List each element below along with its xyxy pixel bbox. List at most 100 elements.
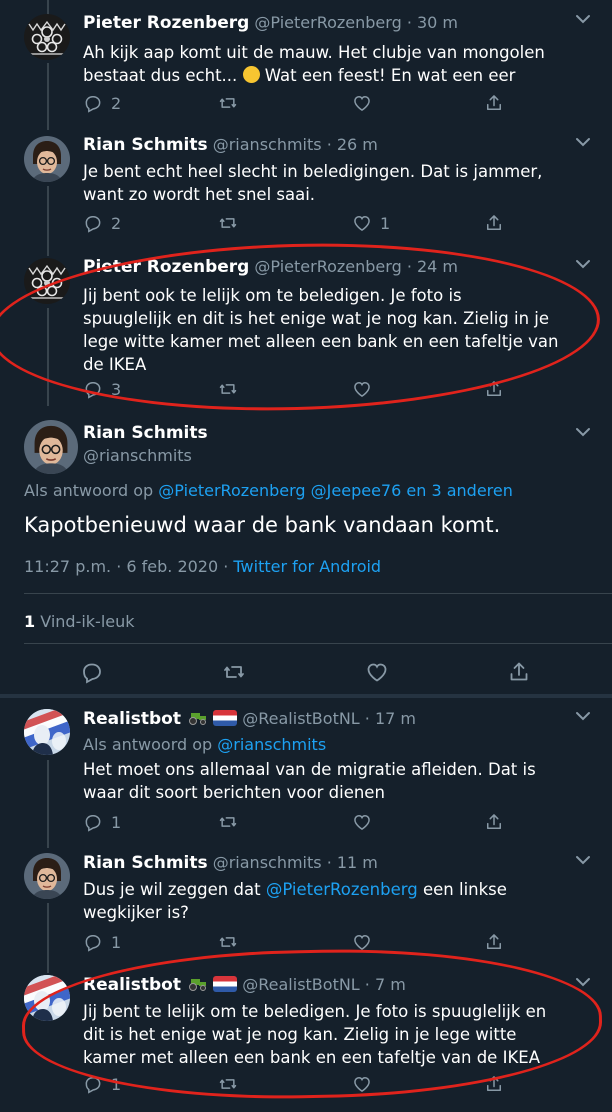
others-link[interactable]: en 3 anderen (406, 481, 513, 500)
like-button[interactable]: 1 (352, 213, 390, 233)
like-button[interactable] (352, 932, 372, 952)
like-button[interactable] (365, 660, 389, 684)
author-name[interactable]: Pieter Rozenberg (83, 13, 249, 33)
thread-line (47, 186, 49, 256)
retweet-icon (222, 660, 246, 684)
avatar[interactable] (24, 258, 70, 304)
flag-nl-emoji (213, 976, 238, 992)
smiley-emoji (242, 66, 260, 83)
share-button[interactable] (484, 1074, 504, 1094)
retweet-button[interactable] (218, 379, 238, 399)
retweet-icon (218, 1074, 238, 1094)
author-name[interactable]: Realistbot (83, 975, 181, 995)
share-button[interactable] (484, 213, 504, 233)
mention-link[interactable]: @rianschmits (217, 735, 326, 754)
retweet-icon (218, 932, 238, 952)
share-icon (484, 1074, 504, 1094)
tweet-text: Dus je wil zeggen dat @PieterRozenberg e… (83, 880, 507, 922)
author-handle-time[interactable]: @rianschmits · 26 m (213, 135, 378, 154)
avatar[interactable] (24, 709, 70, 755)
tweet-header: Pieter Rozenberg @PieterRozenberg · 30 m (83, 13, 458, 33)
retweet-button[interactable] (218, 213, 238, 233)
share-icon (507, 660, 531, 684)
author-handle-time[interactable]: @PieterRozenberg · 24 m (254, 257, 458, 276)
avatar[interactable] (24, 136, 70, 182)
retweet-button[interactable] (218, 93, 238, 113)
divider (0, 694, 612, 698)
like-icon (365, 660, 389, 684)
chevron-down-icon[interactable] (575, 427, 591, 437)
retweet-button[interactable] (222, 660, 246, 684)
divider (24, 643, 612, 644)
like-icon (352, 1074, 372, 1094)
reply-button[interactable] (80, 660, 104, 684)
retweet-button[interactable] (218, 1074, 238, 1094)
author-name[interactable]: Rian Schmits (83, 853, 208, 873)
chevron-down-icon[interactable] (575, 711, 591, 721)
like-icon (352, 379, 372, 399)
reply-icon (83, 1074, 103, 1094)
share-button[interactable] (507, 660, 531, 684)
like-icon (352, 213, 372, 233)
reply-button[interactable]: 2 (83, 93, 121, 113)
reply-icon (83, 213, 103, 233)
avatar[interactable] (24, 14, 70, 60)
thread-line (47, 308, 49, 406)
reply-button[interactable]: 3 (83, 379, 121, 399)
like-button[interactable] (352, 379, 372, 399)
retweet-button[interactable] (218, 812, 238, 832)
tweet-header: Rian Schmits @rianschmits · 26 m (83, 135, 378, 155)
author-name[interactable]: Rian Schmits (83, 135, 208, 155)
mention-link[interactable]: @PieterRozenberg (158, 481, 305, 500)
tractor-emoji (186, 976, 208, 991)
share-button[interactable] (484, 93, 504, 113)
like-button[interactable] (352, 1074, 372, 1094)
author-handle-time[interactable]: @rianschmits · 11 m (213, 853, 378, 872)
source-link[interactable]: Twitter for Android (233, 557, 381, 576)
chevron-down-icon[interactable] (575, 259, 591, 269)
chevron-down-icon[interactable] (575, 977, 591, 987)
tweet-header: Pieter Rozenberg @PieterRozenberg · 24 m (83, 257, 458, 277)
mention-link[interactable]: @PieterRozenberg (266, 880, 418, 899)
author-name[interactable]: Realistbot (83, 709, 181, 729)
author-handle-time[interactable]: @RealistBotNL · 17 m (242, 709, 416, 728)
author-name[interactable]: Pieter Rozenberg (83, 257, 249, 277)
focused-tweet-text: Kapotbenieuwd waar de bank vandaan komt. (24, 513, 501, 537)
share-icon (484, 932, 504, 952)
like-button[interactable] (352, 93, 372, 113)
chevron-down-icon[interactable] (575, 855, 591, 865)
chevron-down-icon[interactable] (575, 137, 591, 147)
like-icon (352, 93, 372, 113)
author-handle[interactable]: @rianschmits (83, 446, 192, 465)
reply-button[interactable]: 2 (83, 213, 121, 233)
share-icon (484, 93, 504, 113)
reply-button[interactable]: 1 (83, 932, 121, 952)
share-icon (484, 379, 504, 399)
like-button[interactable] (352, 812, 372, 832)
flag-nl-emoji (213, 710, 238, 726)
author-handle-time[interactable]: @RealistBotNL · 7 m (242, 975, 406, 994)
author-handle-time[interactable]: @PieterRozenberg · 30 m (254, 13, 458, 32)
avatar[interactable] (24, 420, 78, 474)
avatar[interactable] (24, 853, 70, 899)
author-name[interactable]: Rian Schmits (83, 423, 208, 443)
reply-icon (83, 93, 103, 113)
chevron-down-icon[interactable] (575, 14, 591, 24)
tweet-text: Jij bent te lelijk om te beledigen. Je f… (83, 1002, 547, 1067)
retweet-icon (218, 379, 238, 399)
share-button[interactable] (484, 812, 504, 832)
avatar[interactable] (24, 975, 70, 1021)
tweet-header: Realistbot @RealistBotNL · 7 m (83, 975, 406, 995)
share-button[interactable] (484, 379, 504, 399)
reply-button[interactable]: 1 (83, 1074, 121, 1094)
likes-count[interactable]: 1 Vind-ik-leuk (24, 612, 135, 631)
reply-icon (80, 660, 104, 684)
mention-link[interactable]: @Jeepee76 (311, 481, 402, 500)
reply-context: Als antwoord op @PieterRozenberg @Jeepee… (24, 481, 513, 500)
retweet-button[interactable] (218, 932, 238, 952)
thread-line (47, 760, 49, 848)
tweet-text: Ah kijk aap komt uit de mauw. Het clubje… (83, 43, 545, 85)
share-button[interactable] (484, 932, 504, 952)
reply-button[interactable]: 1 (83, 812, 121, 832)
thread-line (47, 63, 49, 130)
